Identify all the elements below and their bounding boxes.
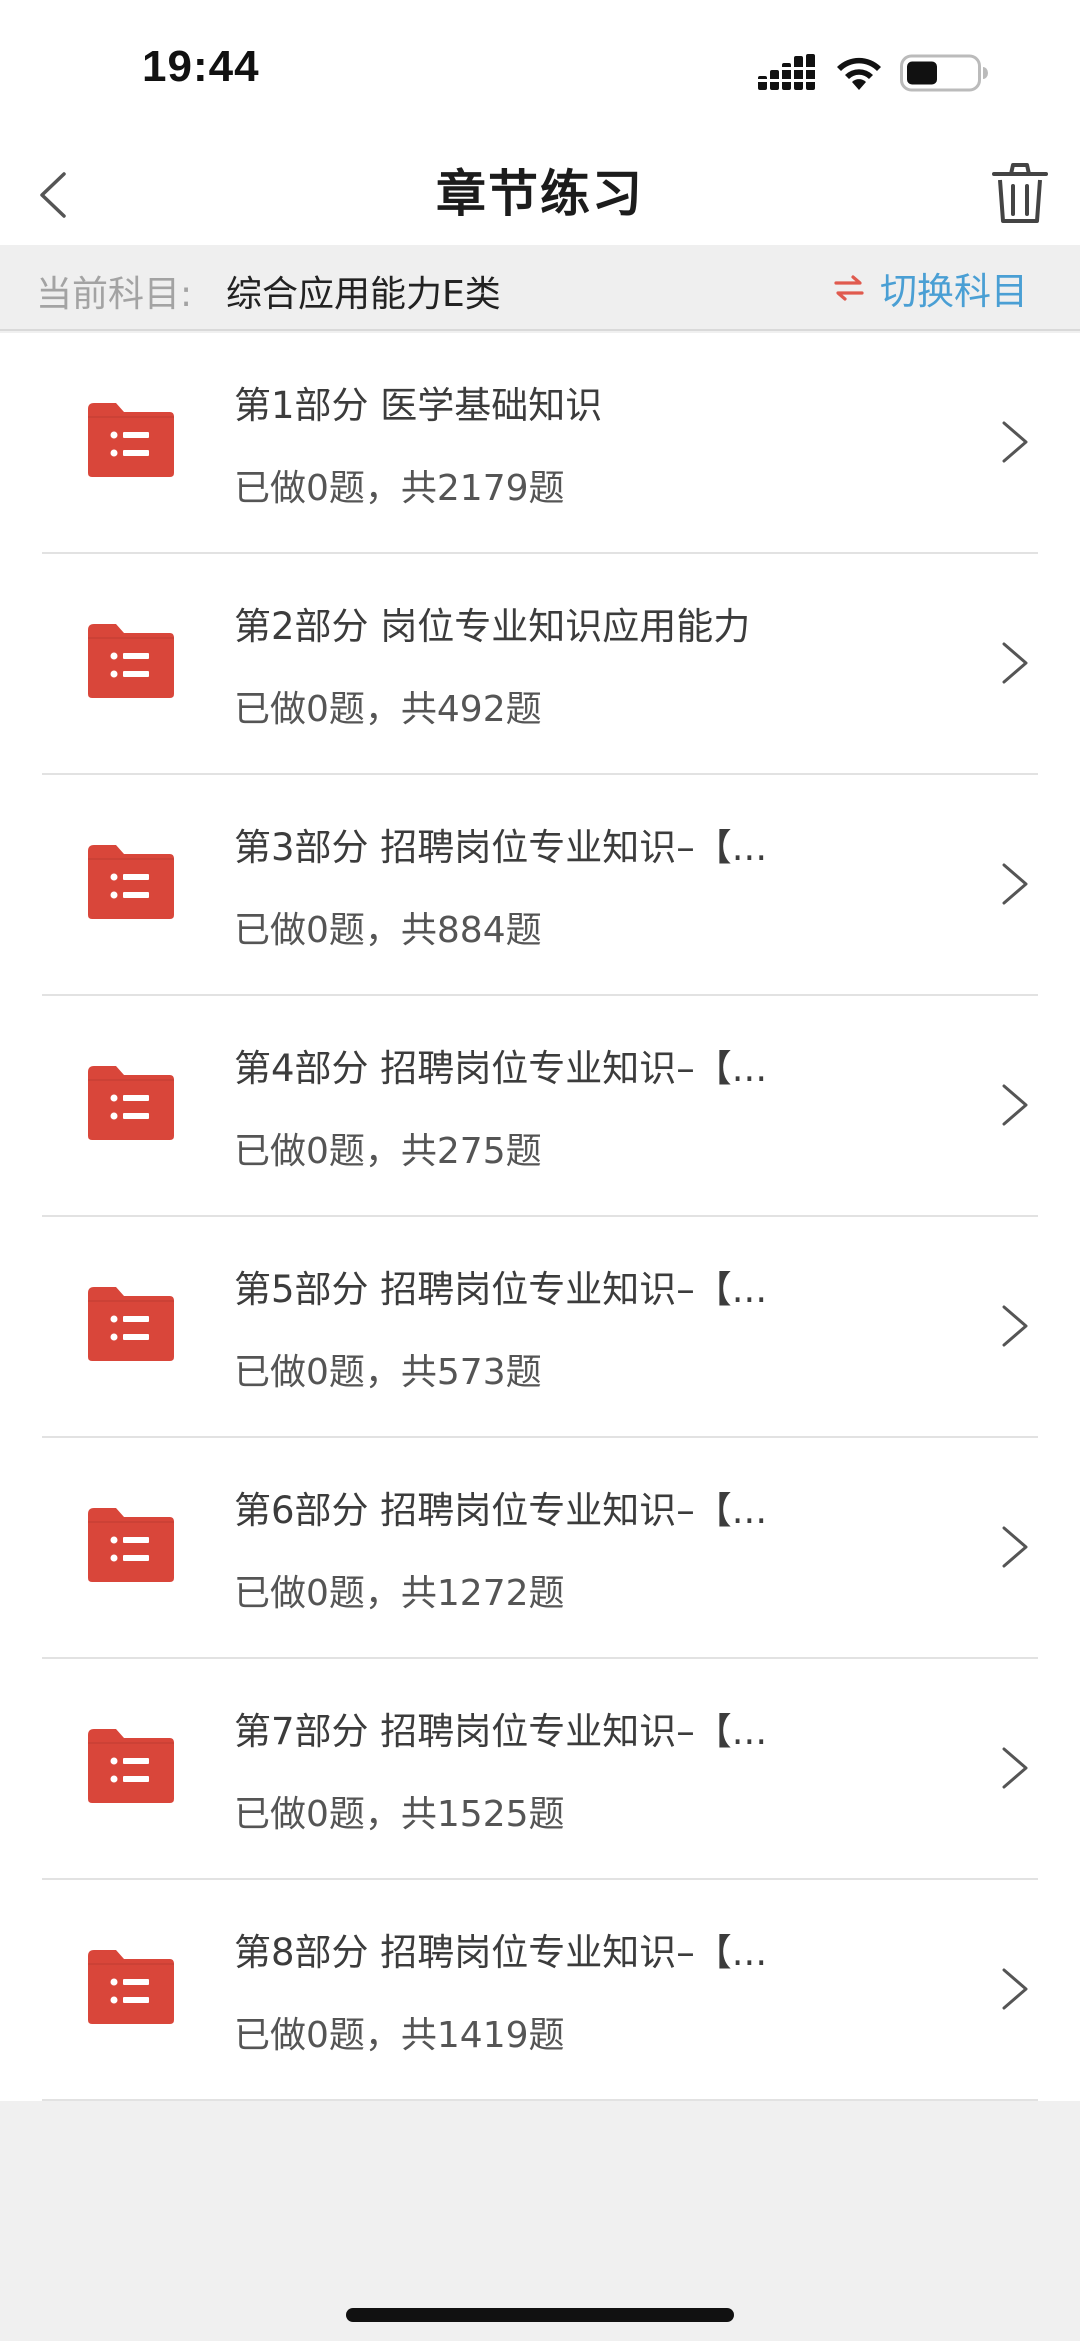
chevron-right-icon <box>1002 863 1028 905</box>
divider <box>42 2099 1038 2101</box>
folder-list-icon <box>88 1729 174 1803</box>
chapter-item-8[interactable]: 第8部分 招聘岗位专业知识–【... 已做0题，共1419题 <box>0 1880 1080 2101</box>
folder-list-icon <box>88 403 174 477</box>
nav-bar: 章节练习 <box>0 140 1080 245</box>
chapter-item-7[interactable]: 第7部分 招聘岗位专业知识–【... 已做0题，共1525题 <box>0 1659 1080 1880</box>
status-icons <box>758 50 988 94</box>
chevron-right-icon <box>1002 1526 1028 1568</box>
chapter-item-6[interactable]: 第6部分 招聘岗位专业知识–【... 已做0题，共1272题 <box>0 1438 1080 1659</box>
chevron-right-icon <box>1002 1084 1028 1126</box>
folder-list-icon <box>88 624 174 698</box>
chapter-title: 第4部分 招聘岗位专业知识–【... <box>234 1047 768 1090</box>
chevron-right-icon <box>1002 1968 1028 2010</box>
chapter-progress: 已做0题，共275题 <box>234 1131 542 1172</box>
switch-arrows-icon <box>834 275 864 301</box>
trash-icon[interactable] <box>990 160 1050 226</box>
chapter-list: 第1部分 医学基础知识 已做0题，共2179题 第2部分 岗位专业知识应用能力 … <box>0 333 1080 2101</box>
chapter-progress: 已做0题，共2179题 <box>234 468 565 509</box>
chapter-title: 第3部分 招聘岗位专业知识–【... <box>234 826 768 869</box>
chapter-title: 第2部分 岗位专业知识应用能力 <box>234 605 751 648</box>
chapter-title: 第7部分 招聘岗位专业知识–【... <box>234 1710 768 1753</box>
home-indicator[interactable] <box>346 2308 734 2322</box>
folder-list-icon <box>88 845 174 919</box>
chevron-right-icon <box>1002 1305 1028 1347</box>
switch-subject-label: 切换科目 <box>880 270 1028 313</box>
chapter-progress: 已做0题，共1419题 <box>234 2015 565 2056</box>
chapter-item-2[interactable]: 第2部分 岗位专业知识应用能力 已做0题，共492题 <box>0 554 1080 775</box>
screen: 19:44 章节练习 当前科目: 综合应用能力E类 切换科目 第1部分 医学基础… <box>0 0 1080 2341</box>
chapter-item-3[interactable]: 第3部分 招聘岗位专业知识–【... 已做0题，共884题 <box>0 775 1080 996</box>
chapter-title: 第1部分 医学基础知识 <box>234 384 603 427</box>
switch-subject-button[interactable]: 切换科目 <box>834 263 1028 313</box>
cellular-signal-icon <box>758 54 815 90</box>
chapter-title: 第6部分 招聘岗位专业知识–【... <box>234 1489 768 1532</box>
folder-list-icon <box>88 1950 174 2024</box>
chapter-item-4[interactable]: 第4部分 招聘岗位专业知识–【... 已做0题，共275题 <box>0 996 1080 1217</box>
current-subject-label: 当前科目: <box>36 274 193 315</box>
chevron-right-icon <box>1002 1747 1028 1789</box>
folder-list-icon <box>88 1066 174 1140</box>
chapter-title: 第5部分 招聘岗位专业知识–【... <box>234 1268 768 1311</box>
subject-bar: 当前科目: 综合应用能力E类 切换科目 <box>0 245 1080 331</box>
status-time: 19:44 <box>142 42 260 91</box>
folder-list-icon <box>88 1287 174 1361</box>
current-subject-value: 综合应用能力E类 <box>226 274 501 315</box>
chapter-item-5[interactable]: 第5部分 招聘岗位专业知识–【... 已做0题，共573题 <box>0 1217 1080 1438</box>
wifi-icon <box>837 57 881 90</box>
chapter-progress: 已做0题，共884题 <box>234 910 542 951</box>
chevron-right-icon <box>1002 421 1028 463</box>
chapter-item-1[interactable]: 第1部分 医学基础知识 已做0题，共2179题 <box>0 333 1080 554</box>
chapter-progress: 已做0题，共1525题 <box>234 1794 565 1835</box>
chapter-progress: 已做0题，共573题 <box>234 1352 542 1393</box>
status-bar: 19:44 <box>0 0 1080 140</box>
page-title: 章节练习 <box>436 165 644 223</box>
folder-list-icon <box>88 1508 174 1582</box>
battery-icon <box>900 54 988 92</box>
chapter-progress: 已做0题，共492题 <box>234 689 542 730</box>
chevron-right-icon <box>1002 642 1028 684</box>
chapter-progress: 已做0题，共1272题 <box>234 1573 565 1614</box>
chapter-title: 第8部分 招聘岗位专业知识–【... <box>234 1931 768 1974</box>
